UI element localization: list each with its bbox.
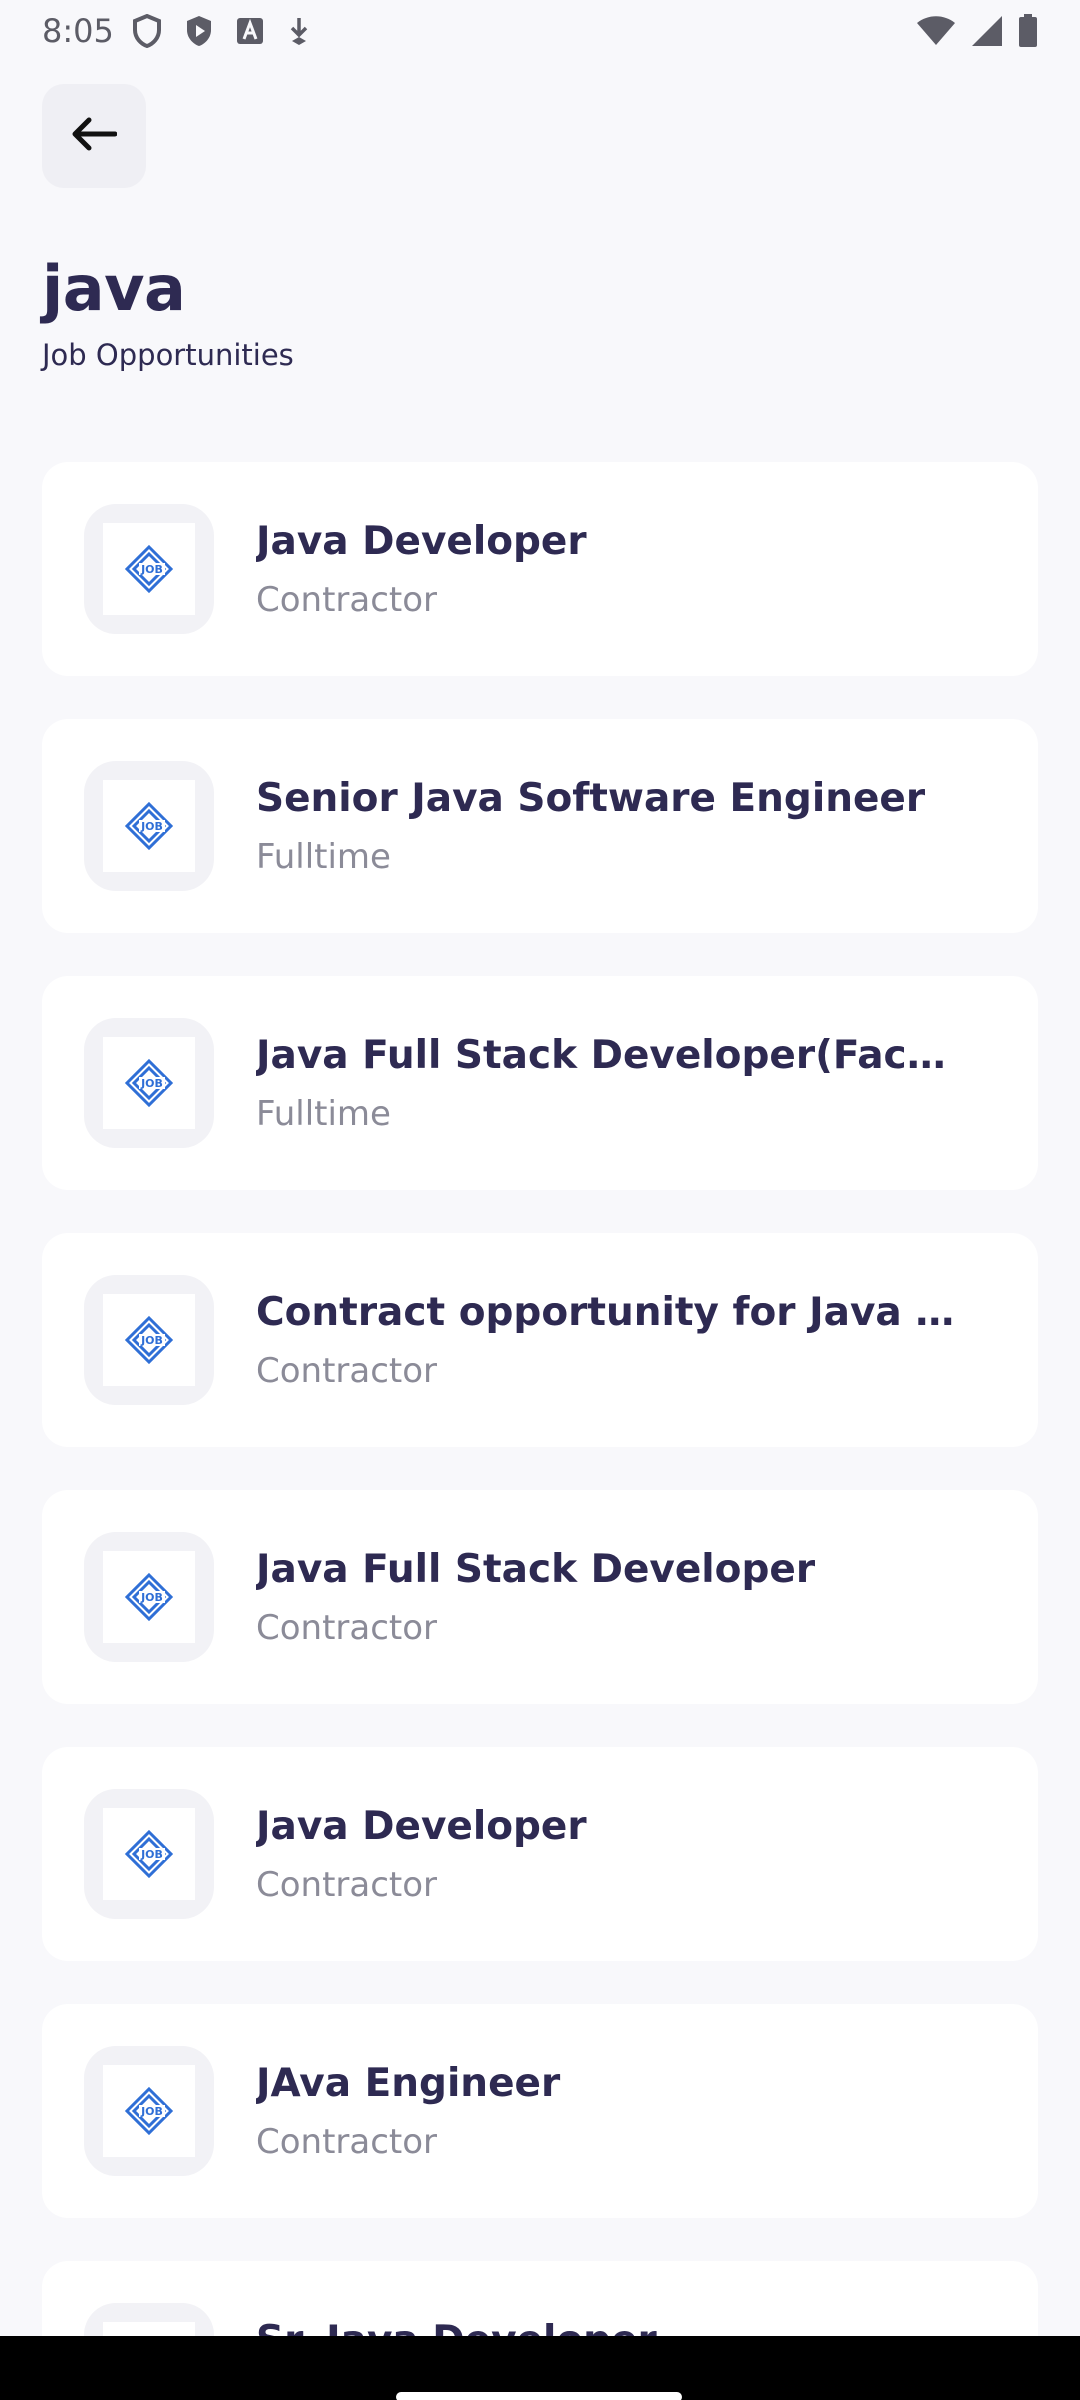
job-logo-icon: JOB	[103, 1037, 195, 1129]
job-text: Java Developer Contractor	[256, 1804, 956, 1905]
job-type: Fulltime	[256, 836, 391, 877]
job-title: Senior Java Software Engineer	[256, 775, 926, 821]
job-title: JAva Engineer	[256, 2060, 561, 2106]
font-a-icon	[236, 17, 264, 45]
job-card[interactable]: JOB Contract opportunity for Java Fu… Con…	[42, 1233, 1038, 1447]
svg-text:JOB: JOB	[140, 1334, 163, 1347]
job-card[interactable]: JOB JAva Engineer Contractor	[42, 2004, 1038, 2218]
signal-icon	[970, 14, 1004, 48]
job-text: Java Full Stack Developer(Face T… Fulltim…	[256, 1033, 956, 1134]
svg-text:JOB: JOB	[140, 1848, 163, 1861]
job-text: Contract opportunity for Java Fu… Contrac…	[256, 1290, 956, 1391]
job-title: Java Developer	[256, 1803, 587, 1849]
job-logo-icon: JOB	[103, 2065, 195, 2157]
job-logo-icon: JOB	[103, 1294, 195, 1386]
shield-icon	[132, 14, 162, 48]
page-subtitle: Job Opportunities	[42, 338, 294, 372]
arrow-left-icon	[71, 117, 118, 155]
back-button[interactable]	[42, 84, 146, 188]
status-time: 8:05	[42, 12, 114, 50]
job-card[interactable]: JOB Java Developer Contractor	[42, 462, 1038, 676]
job-logo: JOB	[84, 2046, 214, 2176]
job-title: Java Developer	[256, 518, 587, 564]
download-icon	[286, 15, 312, 47]
job-logo: JOB	[84, 504, 214, 634]
battery-icon	[1018, 14, 1038, 48]
wifi-icon	[916, 15, 956, 47]
job-type: Contractor	[256, 1607, 438, 1648]
job-title: Java Full Stack Developer	[256, 1546, 816, 1592]
job-text: Java Full Stack Developer Contractor	[256, 1547, 956, 1648]
job-logo-icon: JOB	[103, 1551, 195, 1643]
job-logo-icon: JOB	[103, 523, 195, 615]
job-list: JOB Java Developer Contractor JOB Senior …	[42, 462, 1038, 2400]
play-shield-icon	[184, 14, 214, 48]
status-icons-right	[916, 14, 1038, 48]
job-type: Contractor	[256, 579, 438, 620]
job-logo-icon: JOB	[103, 1808, 195, 1900]
job-logo: JOB	[84, 1275, 214, 1405]
job-text: JAva Engineer Contractor	[256, 2061, 956, 2162]
job-type: Fulltime	[256, 1093, 391, 1134]
job-card[interactable]: JOB Senior Java Software Engineer Fulltim…	[42, 719, 1038, 933]
job-type: Contractor	[256, 1864, 438, 1905]
job-type: Contractor	[256, 1350, 438, 1391]
job-type: Contractor	[256, 2121, 438, 2162]
home-gesture-handle[interactable]	[396, 2392, 682, 2400]
job-logo: JOB	[84, 1532, 214, 1662]
status-icons-left	[132, 14, 312, 48]
status-bar: 8:05	[0, 0, 1080, 62]
svg-text:JOB: JOB	[140, 1077, 163, 1090]
job-title: Contract opportunity for Java Fu…	[256, 1289, 956, 1335]
job-logo: JOB	[84, 1018, 214, 1148]
navigation-bar	[0, 2336, 1080, 2400]
job-text: Senior Java Software Engineer Fulltime	[256, 776, 956, 877]
job-logo: JOB	[84, 1789, 214, 1919]
job-card[interactable]: JOB Java Full Stack Developer(Face T… Ful…	[42, 976, 1038, 1190]
svg-text:JOB: JOB	[140, 820, 163, 833]
job-card[interactable]: JOB Java Full Stack Developer Contractor	[42, 1490, 1038, 1704]
page-title: java	[42, 252, 186, 325]
job-text: Java Developer Contractor	[256, 519, 956, 620]
job-logo: JOB	[84, 761, 214, 891]
job-logo-icon: JOB	[103, 780, 195, 872]
svg-text:JOB: JOB	[140, 1591, 163, 1604]
svg-text:JOB: JOB	[140, 2105, 163, 2118]
job-title: Java Full Stack Developer(Face T…	[256, 1032, 956, 1078]
svg-text:JOB: JOB	[140, 563, 163, 576]
job-card[interactable]: JOB Java Developer Contractor	[42, 1747, 1038, 1961]
